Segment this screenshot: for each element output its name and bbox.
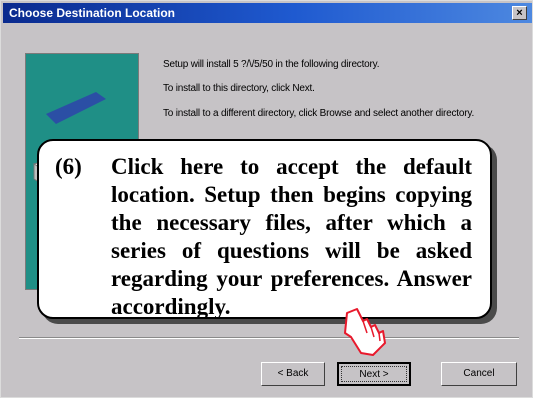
- back-button[interactable]: < Back: [261, 362, 325, 386]
- setup-info-line-2: To install to this directory, click Next…: [163, 83, 315, 94]
- instruction-callout: (6) Click here to accept the default loc…: [37, 139, 492, 319]
- callout-text: Click here to accept the default locatio…: [111, 154, 472, 319]
- separator: [19, 337, 519, 339]
- hand-pointer-icon: [344, 308, 386, 356]
- cancel-button[interactable]: Cancel: [441, 362, 517, 386]
- window-title: Choose Destination Location: [9, 6, 176, 20]
- setup-info-line-1: Setup will install 5 ?/\/5/50 in the fol…: [163, 59, 380, 70]
- close-icon: ×: [516, 7, 523, 19]
- title-bar[interactable]: Choose Destination Location ×: [3, 3, 532, 23]
- next-button[interactable]: Next >: [337, 362, 411, 386]
- close-button[interactable]: ×: [512, 6, 527, 20]
- dialog-window: Choose Destination Location × Setup will…: [0, 0, 533, 398]
- callout-step-number: (6): [55, 154, 82, 179]
- setup-info-line-3: To install to a different directory, cli…: [163, 108, 475, 119]
